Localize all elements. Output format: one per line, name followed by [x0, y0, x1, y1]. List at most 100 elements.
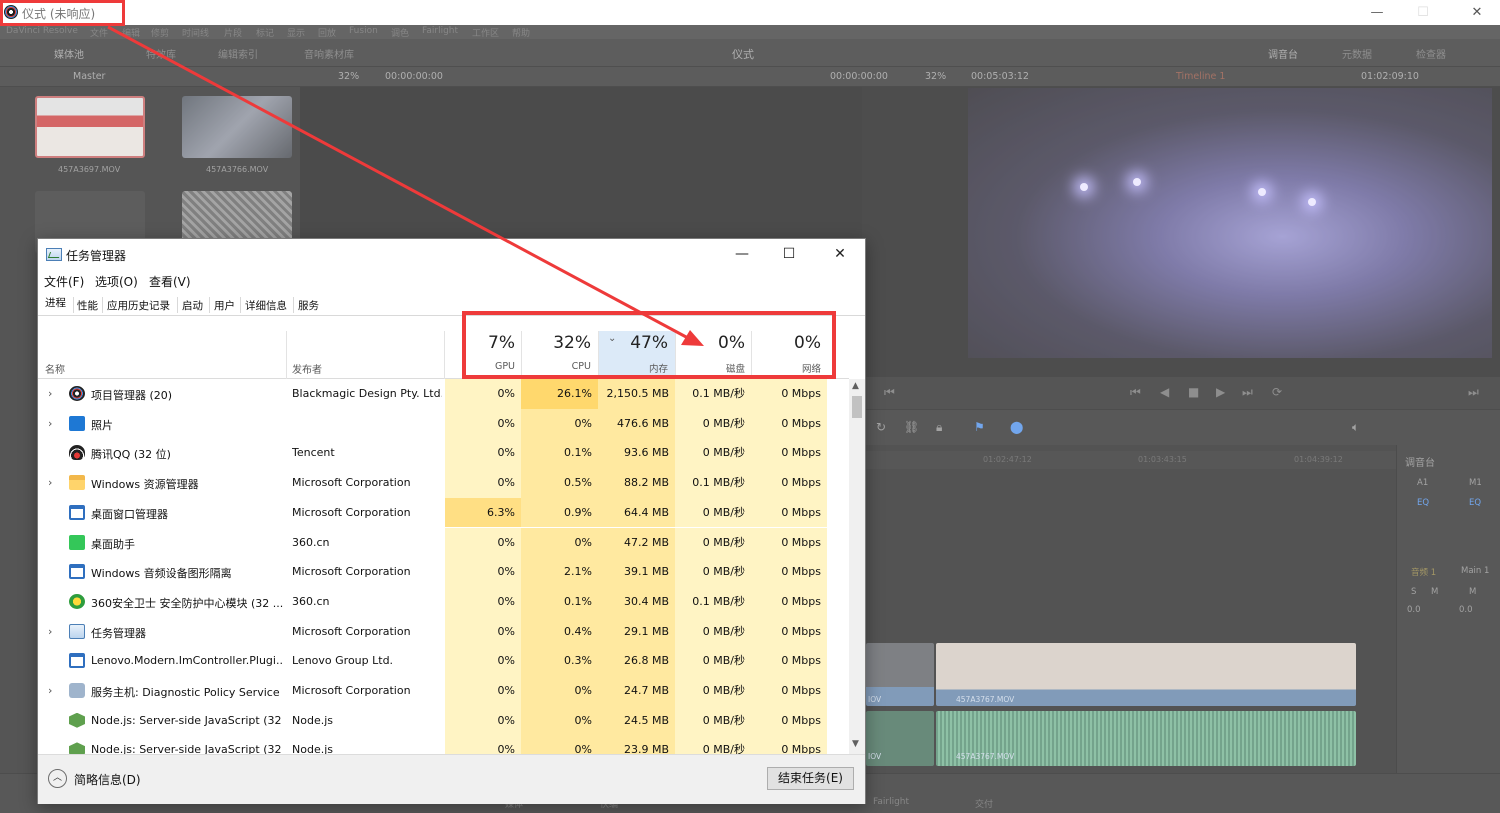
- process-row[interactable]: › 照片 0% 0% 476.6 MB 0 MB/秒 0 Mbps: [38, 408, 849, 439]
- task-manager-icon: [46, 248, 62, 261]
- process-row[interactable]: › 任务管理器 Microsoft Corporation 0% 0.4% 29.1 MB…: [38, 616, 849, 647]
- process-name: 服务主机: Diagnostic Policy Service: [91, 686, 280, 699]
- scrollbar-thumb[interactable]: [852, 396, 862, 418]
- process-disk: 0 MB/秒: [675, 557, 751, 587]
- process-gpu: 6.3%: [445, 497, 521, 528]
- process-row[interactable]: › 服务主机: Diagnostic Policy Service Microsof…: [38, 676, 849, 706]
- process-cpu: 0.1%: [521, 586, 598, 617]
- tab-processes[interactable]: 进程: [45, 295, 66, 310]
- process-disk: 0.1 MB/秒: [675, 586, 751, 617]
- process-cpu: 0%: [521, 408, 598, 439]
- close-icon[interactable]: ✕: [1454, 0, 1500, 25]
- process-row[interactable]: Node.js: Server-side JavaScript (32 ... N…: [38, 735, 849, 754]
- process-memory: 476.6 MB: [598, 408, 675, 439]
- menu-view[interactable]: 查看(V): [149, 273, 191, 290]
- column-name[interactable]: 名称: [45, 361, 65, 376]
- process-cpu: 2.1%: [521, 557, 598, 587]
- menu-file[interactable]: 文件(F): [44, 273, 84, 290]
- process-row[interactable]: 桌面窗口管理器 Microsoft Corporation 6.3% 0.9% 64.4…: [38, 497, 849, 528]
- minimize-icon[interactable]: —: [1354, 0, 1400, 25]
- column-publisher[interactable]: 发布者: [292, 361, 322, 376]
- close-icon[interactable]: ✕: [817, 239, 863, 270]
- process-publisher: Blackmagic Design Pty. Ltd.: [292, 387, 442, 400]
- end-task-button[interactable]: 结束任务(E): [767, 767, 854, 790]
- process-row[interactable]: › 项目管理器 (20) Blackmagic Design Pty. Ltd. 0%…: [38, 379, 849, 409]
- process-publisher: 360.cn: [292, 594, 330, 608]
- scroll-up-icon[interactable]: ▲: [852, 381, 859, 391]
- process-disk: 0 MB/秒: [675, 438, 751, 469]
- process-network: 0 Mbps: [751, 527, 827, 558]
- process-gpu: 0%: [445, 705, 521, 736]
- gear-icon: [69, 683, 85, 698]
- process-publisher: Node.js: [292, 743, 333, 754]
- process-cpu: 0.1%: [521, 438, 598, 469]
- tab-startup[interactable]: 启动: [182, 298, 203, 313]
- process-memory: 24.7 MB: [598, 676, 675, 706]
- maximize-icon[interactable]: ☐: [766, 239, 812, 270]
- scroll-down-icon[interactable]: ▼: [852, 739, 859, 749]
- process-network: 0 Mbps: [751, 705, 827, 736]
- process-disk: 0.1 MB/秒: [675, 379, 751, 409]
- tab-app-history[interactable]: 应用历史记录: [107, 298, 170, 313]
- process-publisher: Microsoft Corporation: [292, 624, 411, 638]
- process-name: 任务管理器: [91, 626, 146, 640]
- process-disk: 0 MB/秒: [675, 705, 751, 736]
- process-row[interactable]: Windows 音频设备图形隔离 Microsoft Corporation 0% 2…: [38, 557, 849, 587]
- expand-chevron-icon[interactable]: ›: [48, 684, 52, 697]
- process-name: 腾讯QQ (32 位): [91, 448, 171, 462]
- maximize-icon[interactable]: ☐: [1400, 0, 1446, 25]
- menu-options[interactable]: 选项(O): [95, 273, 138, 290]
- process-row[interactable]: › Windows 资源管理器 Microsoft Corporation 0% 0.5…: [38, 468, 849, 498]
- process-publisher: Node.js: [292, 713, 333, 727]
- process-network: 0 Mbps: [751, 468, 827, 498]
- process-gpu: 0%: [445, 676, 521, 706]
- process-row[interactable]: 桌面助手 360.cn 0% 0% 47.2 MB 0 MB/秒 0 Mbps: [38, 527, 849, 558]
- tab-details[interactable]: 详细信息: [245, 298, 287, 313]
- task-manager-footer: ︿ 简略信息(D) 结束任务(E): [38, 754, 865, 804]
- process-cpu: 0%: [521, 705, 598, 736]
- process-publisher: Microsoft Corporation: [292, 684, 411, 697]
- chevron-up-icon[interactable]: ︿: [48, 769, 67, 788]
- process-disk: 0 MB/秒: [675, 735, 751, 754]
- process-gpu: 0%: [445, 735, 521, 754]
- process-cpu: 0%: [521, 735, 598, 754]
- tab-performance[interactable]: 性能: [77, 298, 98, 313]
- process-row[interactable]: 360安全卫士 安全防护中心模块 (32 ... 360.cn 0% 0.1% 30.4…: [38, 586, 849, 617]
- photos-icon: [69, 415, 85, 431]
- process-row[interactable]: Lenovo.Modern.ImController.Plugi... Lenov…: [38, 646, 849, 676]
- minimize-icon[interactable]: —: [719, 239, 765, 270]
- process-memory: 26.8 MB: [598, 646, 675, 676]
- process-memory: 39.1 MB: [598, 557, 675, 587]
- task-manager-titlebar[interactable]: 任务管理器 — ☐ ✕: [38, 239, 865, 270]
- monitor-icon: [69, 534, 85, 550]
- process-name: Node.js: Server-side JavaScript (32 ...: [91, 743, 283, 754]
- expand-chevron-icon[interactable]: ›: [48, 476, 52, 489]
- process-name: Windows 音频设备图形隔离: [91, 567, 232, 581]
- process-gpu: 0%: [445, 379, 521, 409]
- process-network: 0 Mbps: [751, 676, 827, 706]
- column-divider: [286, 331, 287, 379]
- expand-chevron-icon[interactable]: ›: [48, 625, 52, 638]
- tab-users[interactable]: 用户: [214, 298, 235, 313]
- process-gpu: 0%: [445, 438, 521, 469]
- expand-chevron-icon[interactable]: ›: [48, 387, 52, 400]
- process-network: 0 Mbps: [751, 586, 827, 617]
- expand-chevron-icon[interactable]: ›: [48, 417, 52, 430]
- task-manager-menubar: 文件(F) 选项(O) 查看(V): [38, 270, 865, 292]
- process-disk: 0 MB/秒: [675, 527, 751, 558]
- process-gpu: 0%: [445, 408, 521, 439]
- process-disk: 0 MB/秒: [675, 616, 751, 647]
- tab-divider: [73, 297, 74, 313]
- process-network: 0 Mbps: [751, 735, 827, 754]
- process-gpu: 0%: [445, 527, 521, 558]
- fewer-details-link[interactable]: 简略信息(D): [74, 771, 141, 788]
- process-name: Windows 资源管理器: [91, 478, 199, 492]
- task-manager-title: 任务管理器: [66, 249, 127, 263]
- process-list-scrollbar[interactable]: ▲ ▼: [849, 379, 865, 754]
- process-list: › 项目管理器 (20) Blackmagic Design Pty. Ltd. 0%…: [38, 379, 849, 754]
- process-publisher: Microsoft Corporation: [292, 565, 411, 579]
- process-row[interactable]: 腾讯QQ (32 位) Tencent 0% 0.1% 93.6 MB 0 MB/秒 0 M…: [38, 438, 849, 469]
- process-publisher: Microsoft Corporation: [292, 505, 411, 519]
- tab-services[interactable]: 服务: [298, 298, 319, 313]
- process-row[interactable]: Node.js: Server-side JavaScript (32 ... N…: [38, 705, 849, 736]
